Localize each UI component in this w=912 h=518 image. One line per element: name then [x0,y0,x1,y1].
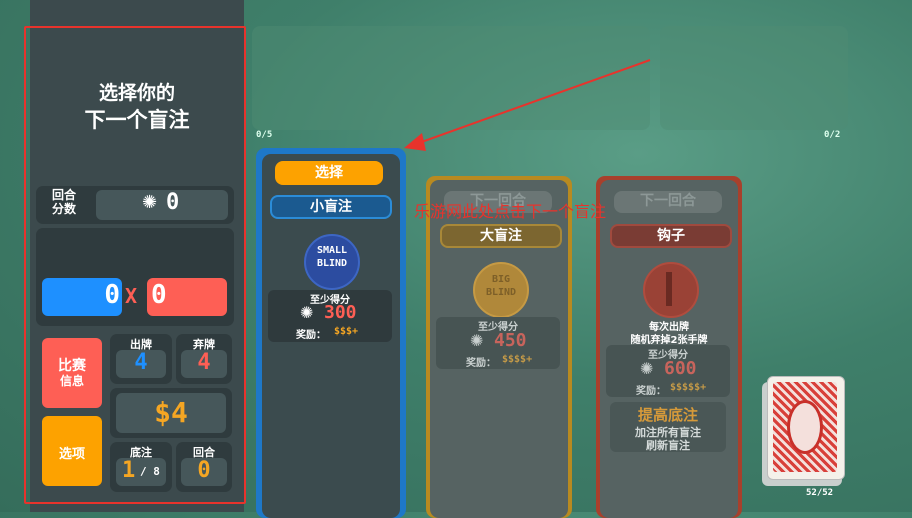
select-button[interactable]: 选择 [275,161,383,185]
small-blind-chip-text-2: BLIND [316,258,348,269]
chip-icon: ✺ [300,303,314,322]
boss-blind-name: 钩子 [610,224,732,248]
raise-ante-line-2: 刷新盲注 [646,439,690,452]
boss-blind-desc-2: 随机弃掉2张手牌 [630,335,708,346]
annotation-text: 乐游网此处点击下一个盲注 [414,198,606,222]
hook-icon [666,272,672,306]
consumable-slot-area [660,26,848,130]
joker-counter: 0/5 [256,130,273,140]
annotation-main: 此处点击下一个盲注 [462,202,607,221]
big-blind-chip-text-1: BIG [491,274,511,285]
raise-ante-title: 提高底注 [637,406,698,424]
boss-blind-reward-label: 奖励： [636,386,666,397]
annotation-frame [24,26,246,504]
chip-icon: ✺ [470,331,484,350]
joker-slot-area [252,26,650,130]
deck-center-emblem [787,400,823,454]
boss-blind-next-round: 下一回合 [614,191,722,213]
small-blind-name: 小盲注 [270,195,392,219]
consumable-counter: 0/2 [824,130,841,140]
deck-count: 52/52 [806,488,834,498]
annotation-prefix: 乐游网 [414,202,463,221]
small-blind-chip-text-1: SMALL [316,245,348,256]
boss-blind-req-value: 600 [664,358,697,379]
big-blind-reward-label: 奖励： [466,358,496,369]
small-blind-req-value: 300 [324,302,357,323]
big-blind-req-value: 450 [494,330,527,351]
small-blind-reward: $$$+ [334,326,359,337]
chip-icon: ✺ [640,359,654,378]
small-blind-reward-label: 奖励： [296,330,326,341]
boss-blind-reward: $$$$$+ [670,382,707,393]
big-blind-chip-text-2: BLIND [485,287,517,298]
big-blind-name: 大盲注 [440,224,562,248]
big-blind-reward: $$$$+ [502,354,533,365]
